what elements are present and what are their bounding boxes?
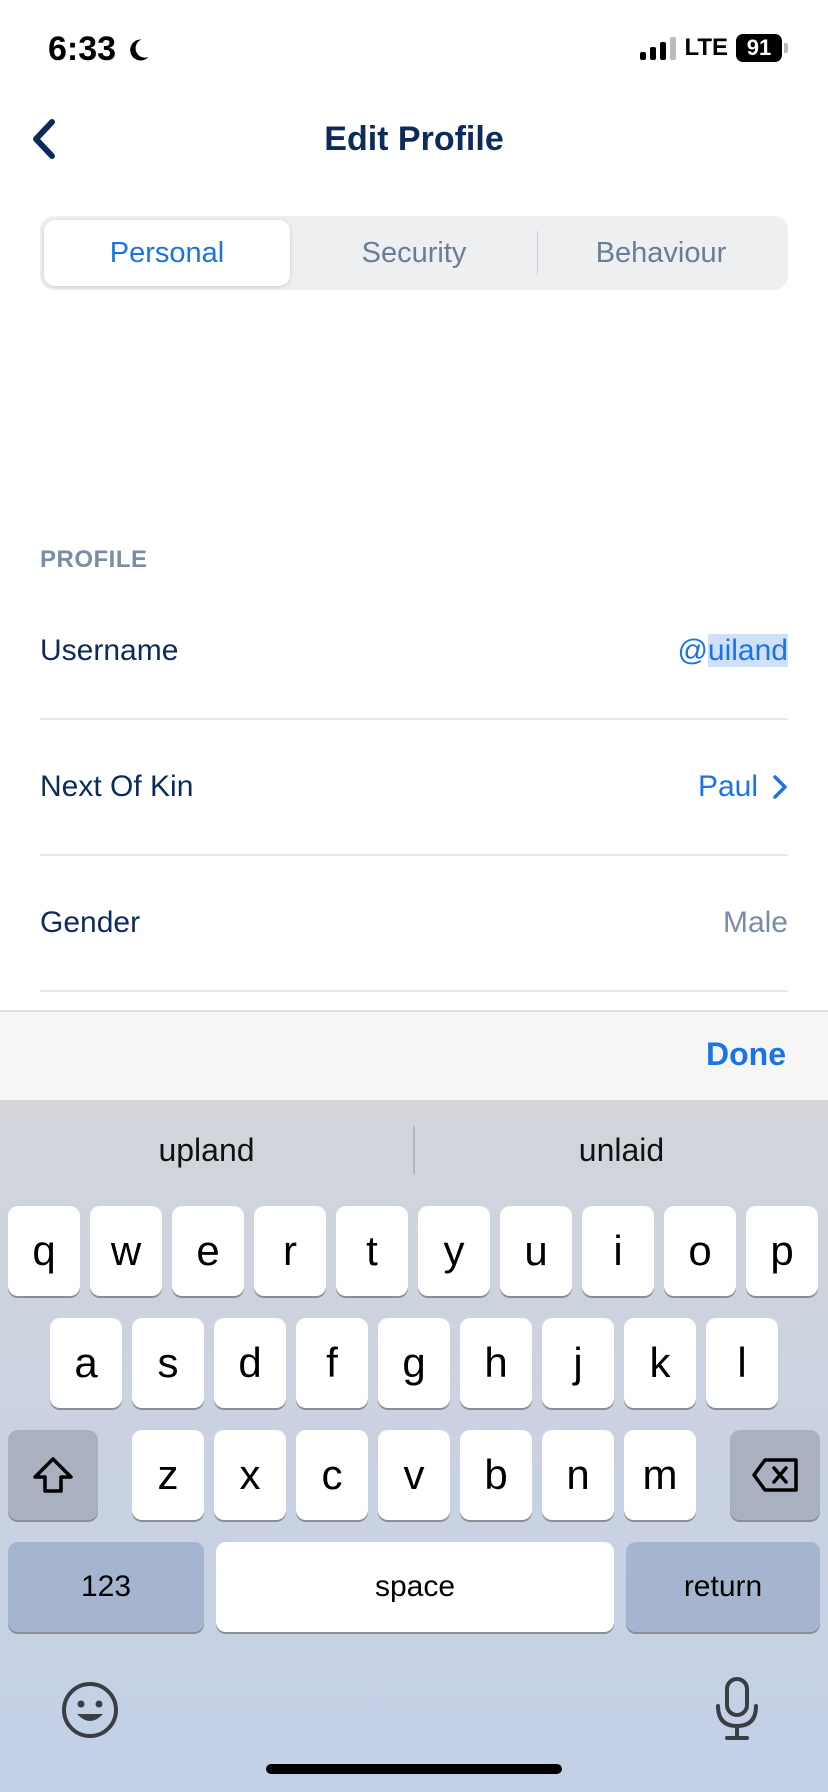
tab-personal[interactable]: Personal xyxy=(44,220,290,286)
key-p[interactable]: p xyxy=(746,1206,818,1296)
status-indicators: LTE 91 xyxy=(640,34,788,62)
key-t[interactable]: t xyxy=(336,1206,408,1296)
nav-header: Edit Profile xyxy=(0,100,828,180)
username-prefix: @ xyxy=(677,634,708,667)
key-v[interactable]: v xyxy=(378,1430,450,1520)
home-indicator xyxy=(266,1764,562,1774)
key-z[interactable]: z xyxy=(132,1430,204,1520)
shift-key[interactable] xyxy=(8,1430,98,1520)
gender-value: Male xyxy=(722,906,788,939)
suggestion-unlaid[interactable]: unlaid xyxy=(415,1132,828,1169)
suggestion-upland[interactable]: upland xyxy=(0,1132,413,1169)
section-title: PROFILE xyxy=(40,546,148,573)
moon-icon xyxy=(130,38,149,60)
key-o[interactable]: o xyxy=(664,1206,736,1296)
key-h[interactable]: h xyxy=(460,1318,532,1408)
key-k[interactable]: k xyxy=(624,1318,696,1408)
gender-row[interactable]: Gender Male xyxy=(40,856,788,992)
battery-icon: 91 xyxy=(736,34,788,62)
key-n[interactable]: n xyxy=(542,1430,614,1520)
username-selected-text: uiland xyxy=(707,634,788,667)
battery-level: 91 xyxy=(736,34,782,62)
next-of-kin-value: Paul xyxy=(697,770,758,803)
key-w[interactable]: w xyxy=(90,1206,162,1296)
keyboard: upland unlaid q w e r t y u i o p a s d … xyxy=(0,1100,828,1792)
signal-icon xyxy=(640,36,677,60)
key-e[interactable]: e xyxy=(172,1206,244,1296)
key-r[interactable]: r xyxy=(254,1206,326,1296)
keyboard-accessory-bar: Done xyxy=(0,1010,828,1100)
microphone-icon[interactable] xyxy=(710,1676,764,1742)
key-x[interactable]: x xyxy=(214,1430,286,1520)
key-g[interactable]: g xyxy=(378,1318,450,1408)
key-b[interactable]: b xyxy=(460,1430,532,1520)
space-key[interactable]: space xyxy=(216,1542,614,1632)
network-label: LTE xyxy=(684,34,728,61)
gender-label: Gender xyxy=(40,906,141,939)
username-input[interactable]: @uiland xyxy=(677,634,788,668)
next-of-kin-row[interactable]: Next Of Kin Paul xyxy=(40,720,788,856)
next-of-kin-value-wrap: Paul xyxy=(698,770,788,804)
return-key[interactable]: return xyxy=(626,1542,820,1632)
next-of-kin-label: Next Of Kin xyxy=(40,770,194,803)
emoji-icon[interactable] xyxy=(60,1680,120,1740)
key-s[interactable]: s xyxy=(132,1318,204,1408)
key-d[interactable]: d xyxy=(214,1318,286,1408)
key-j[interactable]: j xyxy=(542,1318,614,1408)
username-label: Username xyxy=(40,634,179,667)
suggestion-bar: upland unlaid xyxy=(0,1100,828,1200)
delete-key[interactable] xyxy=(730,1430,820,1520)
key-u[interactable]: u xyxy=(500,1206,572,1296)
profile-tabs: Personal Security Behaviour xyxy=(40,216,788,290)
key-q[interactable]: q xyxy=(8,1206,80,1296)
time-label: 6:33 xyxy=(48,30,117,68)
tab-security[interactable]: Security xyxy=(291,220,537,286)
username-row[interactable]: Username @uiland xyxy=(40,584,788,720)
key-f[interactable]: f xyxy=(296,1318,368,1408)
numbers-key[interactable]: 123 xyxy=(8,1542,204,1632)
tab-behaviour[interactable]: Behaviour xyxy=(538,220,784,286)
page-title: Edit Profile xyxy=(324,120,504,158)
done-button[interactable]: Done xyxy=(706,1036,786,1073)
key-i[interactable]: i xyxy=(582,1206,654,1296)
key-y[interactable]: y xyxy=(418,1206,490,1296)
key-c[interactable]: c xyxy=(296,1430,368,1520)
key-m[interactable]: m xyxy=(624,1430,696,1520)
key-l[interactable]: l xyxy=(706,1318,778,1408)
delete-icon xyxy=(752,1458,798,1492)
key-a[interactable]: a xyxy=(50,1318,122,1408)
status-time: 6:33 xyxy=(48,30,152,69)
chevron-right-icon xyxy=(773,775,787,799)
shift-icon xyxy=(33,1457,73,1493)
status-bar: 6:33 LTE 91 xyxy=(0,0,828,100)
